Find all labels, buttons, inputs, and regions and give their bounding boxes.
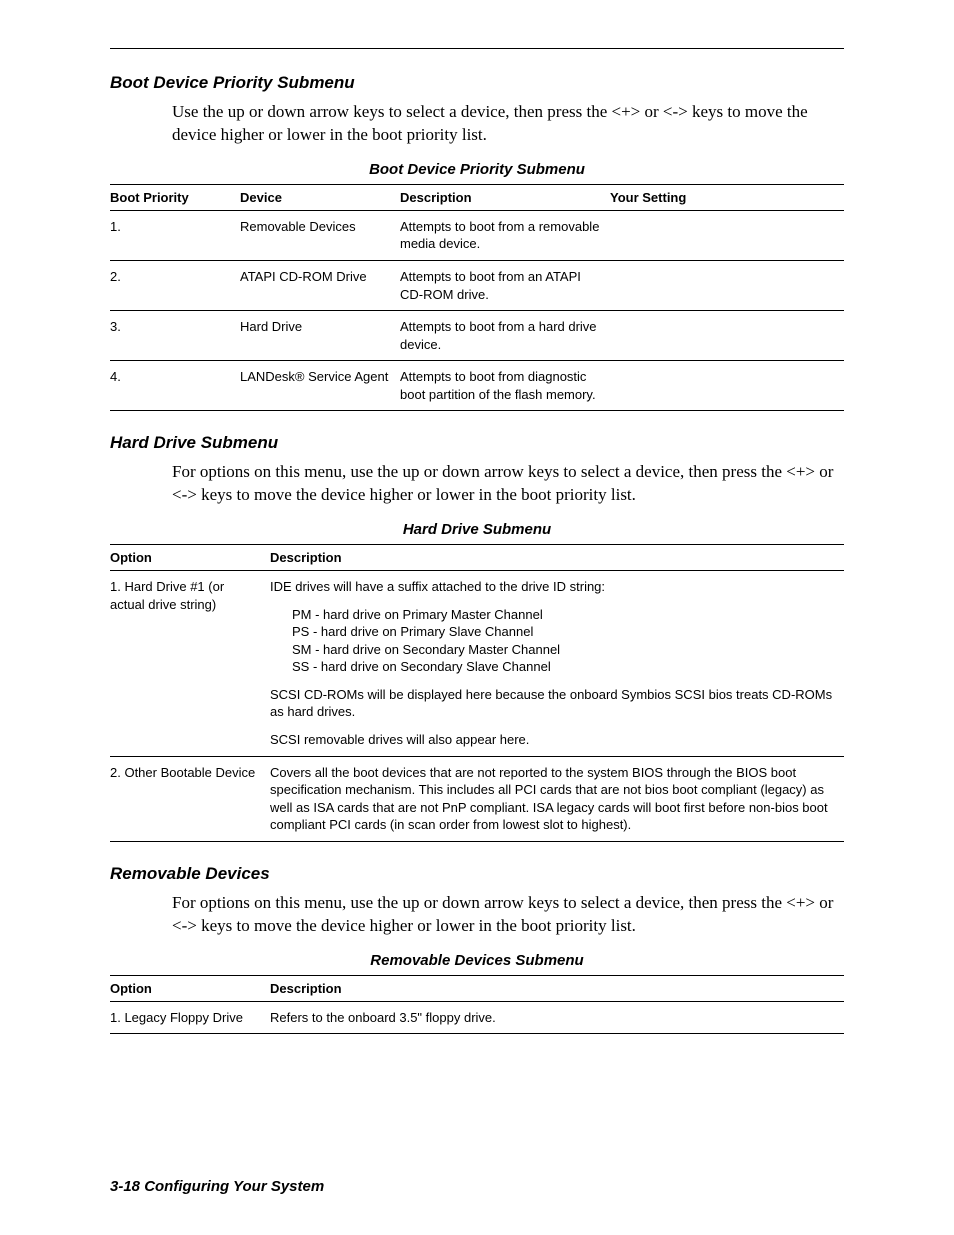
table-header-row: Option Description <box>110 975 844 1001</box>
heading-hard-drive: Hard Drive Submenu <box>110 433 844 453</box>
cell: Attempts to boot from a removable media … <box>400 210 610 260</box>
cell: Attempts to boot from a hard drive devic… <box>400 311 610 361</box>
desc-p3: SCSI removable drives will also appear h… <box>270 731 836 749</box>
cell <box>610 210 844 260</box>
table-title-removable: Removable Devices Submenu <box>110 952 844 969</box>
cell: Refers to the onboard 3.5" floppy drive. <box>270 1001 844 1034</box>
th-description: Description <box>270 545 844 571</box>
suffix-line: PM - hard drive on Primary Master Channe… <box>292 607 543 622</box>
cell: 4. <box>110 361 240 411</box>
table-row: 2. Other Bootable Device Covers all the … <box>110 756 844 841</box>
th-device: Device <box>240 184 400 210</box>
table-header-row: Boot Priority Device Description Your Se… <box>110 184 844 210</box>
cell: 2. Other Bootable Device <box>110 756 270 841</box>
cell: LANDesk® Service Agent <box>240 361 400 411</box>
page: Boot Device Priority Submenu Use the up … <box>0 0 954 1235</box>
table-title-boot-priority: Boot Device Priority Submenu <box>110 161 844 178</box>
suffix-line: SM - hard drive on Secondary Master Chan… <box>292 642 560 657</box>
cell: 3. <box>110 311 240 361</box>
cell: Attempts to boot from an ATAPI CD-ROM dr… <box>400 260 610 310</box>
th-description: Description <box>270 975 844 1001</box>
desc-intro: IDE drives will have a suffix attached t… <box>270 578 836 596</box>
cell: 2. <box>110 260 240 310</box>
cell <box>610 361 844 411</box>
cell: Removable Devices <box>240 210 400 260</box>
cell: 1. <box>110 210 240 260</box>
body-removable: For options on this menu, use the up or … <box>172 892 844 938</box>
cell: 1. Hard Drive #1 (or actual drive string… <box>110 571 270 756</box>
desc-p2: SCSI CD-ROMs will be displayed here beca… <box>270 686 836 721</box>
table-hard-drive: Option Description 1. Hard Drive #1 (or … <box>110 544 844 842</box>
cell: IDE drives will have a suffix attached t… <box>270 571 844 756</box>
heading-removable: Removable Devices <box>110 864 844 884</box>
th-boot-priority: Boot Priority <box>110 184 240 210</box>
page-footer: 3-18 Configuring Your System <box>110 1178 324 1195</box>
cell: Attempts to boot from diagnostic boot pa… <box>400 361 610 411</box>
suffix-line: PS - hard drive on Primary Slave Channel <box>292 624 533 639</box>
table-boot-priority: Boot Priority Device Description Your Se… <box>110 184 844 411</box>
cell: 1. Legacy Floppy Drive <box>110 1001 270 1034</box>
th-description: Description <box>400 184 610 210</box>
heading-boot-priority: Boot Device Priority Submenu <box>110 73 844 93</box>
table-removable: Option Description 1. Legacy Floppy Driv… <box>110 975 844 1035</box>
top-rule <box>110 48 844 49</box>
desc-suffix-list: PM - hard drive on Primary Master Channe… <box>270 606 836 676</box>
suffix-line: SS - hard drive on Secondary Slave Chann… <box>292 659 551 674</box>
cell <box>610 260 844 310</box>
table-row: 3. Hard Drive Attempts to boot from a ha… <box>110 311 844 361</box>
table-row: 1. Removable Devices Attempts to boot fr… <box>110 210 844 260</box>
body-hard-drive: For options on this menu, use the up or … <box>172 461 844 507</box>
body-boot-priority: Use the up or down arrow keys to select … <box>172 101 844 147</box>
cell <box>610 311 844 361</box>
table-title-hard-drive: Hard Drive Submenu <box>110 521 844 538</box>
table-row: 1. Hard Drive #1 (or actual drive string… <box>110 571 844 756</box>
table-row: 1. Legacy Floppy Drive Refers to the onb… <box>110 1001 844 1034</box>
th-option: Option <box>110 975 270 1001</box>
table-row: 4. LANDesk® Service Agent Attempts to bo… <box>110 361 844 411</box>
th-option: Option <box>110 545 270 571</box>
table-header-row: Option Description <box>110 545 844 571</box>
cell: Hard Drive <box>240 311 400 361</box>
table-row: 2. ATAPI CD-ROM Drive Attempts to boot f… <box>110 260 844 310</box>
th-your-setting: Your Setting <box>610 184 844 210</box>
cell: ATAPI CD-ROM Drive <box>240 260 400 310</box>
cell: Covers all the boot devices that are not… <box>270 756 844 841</box>
